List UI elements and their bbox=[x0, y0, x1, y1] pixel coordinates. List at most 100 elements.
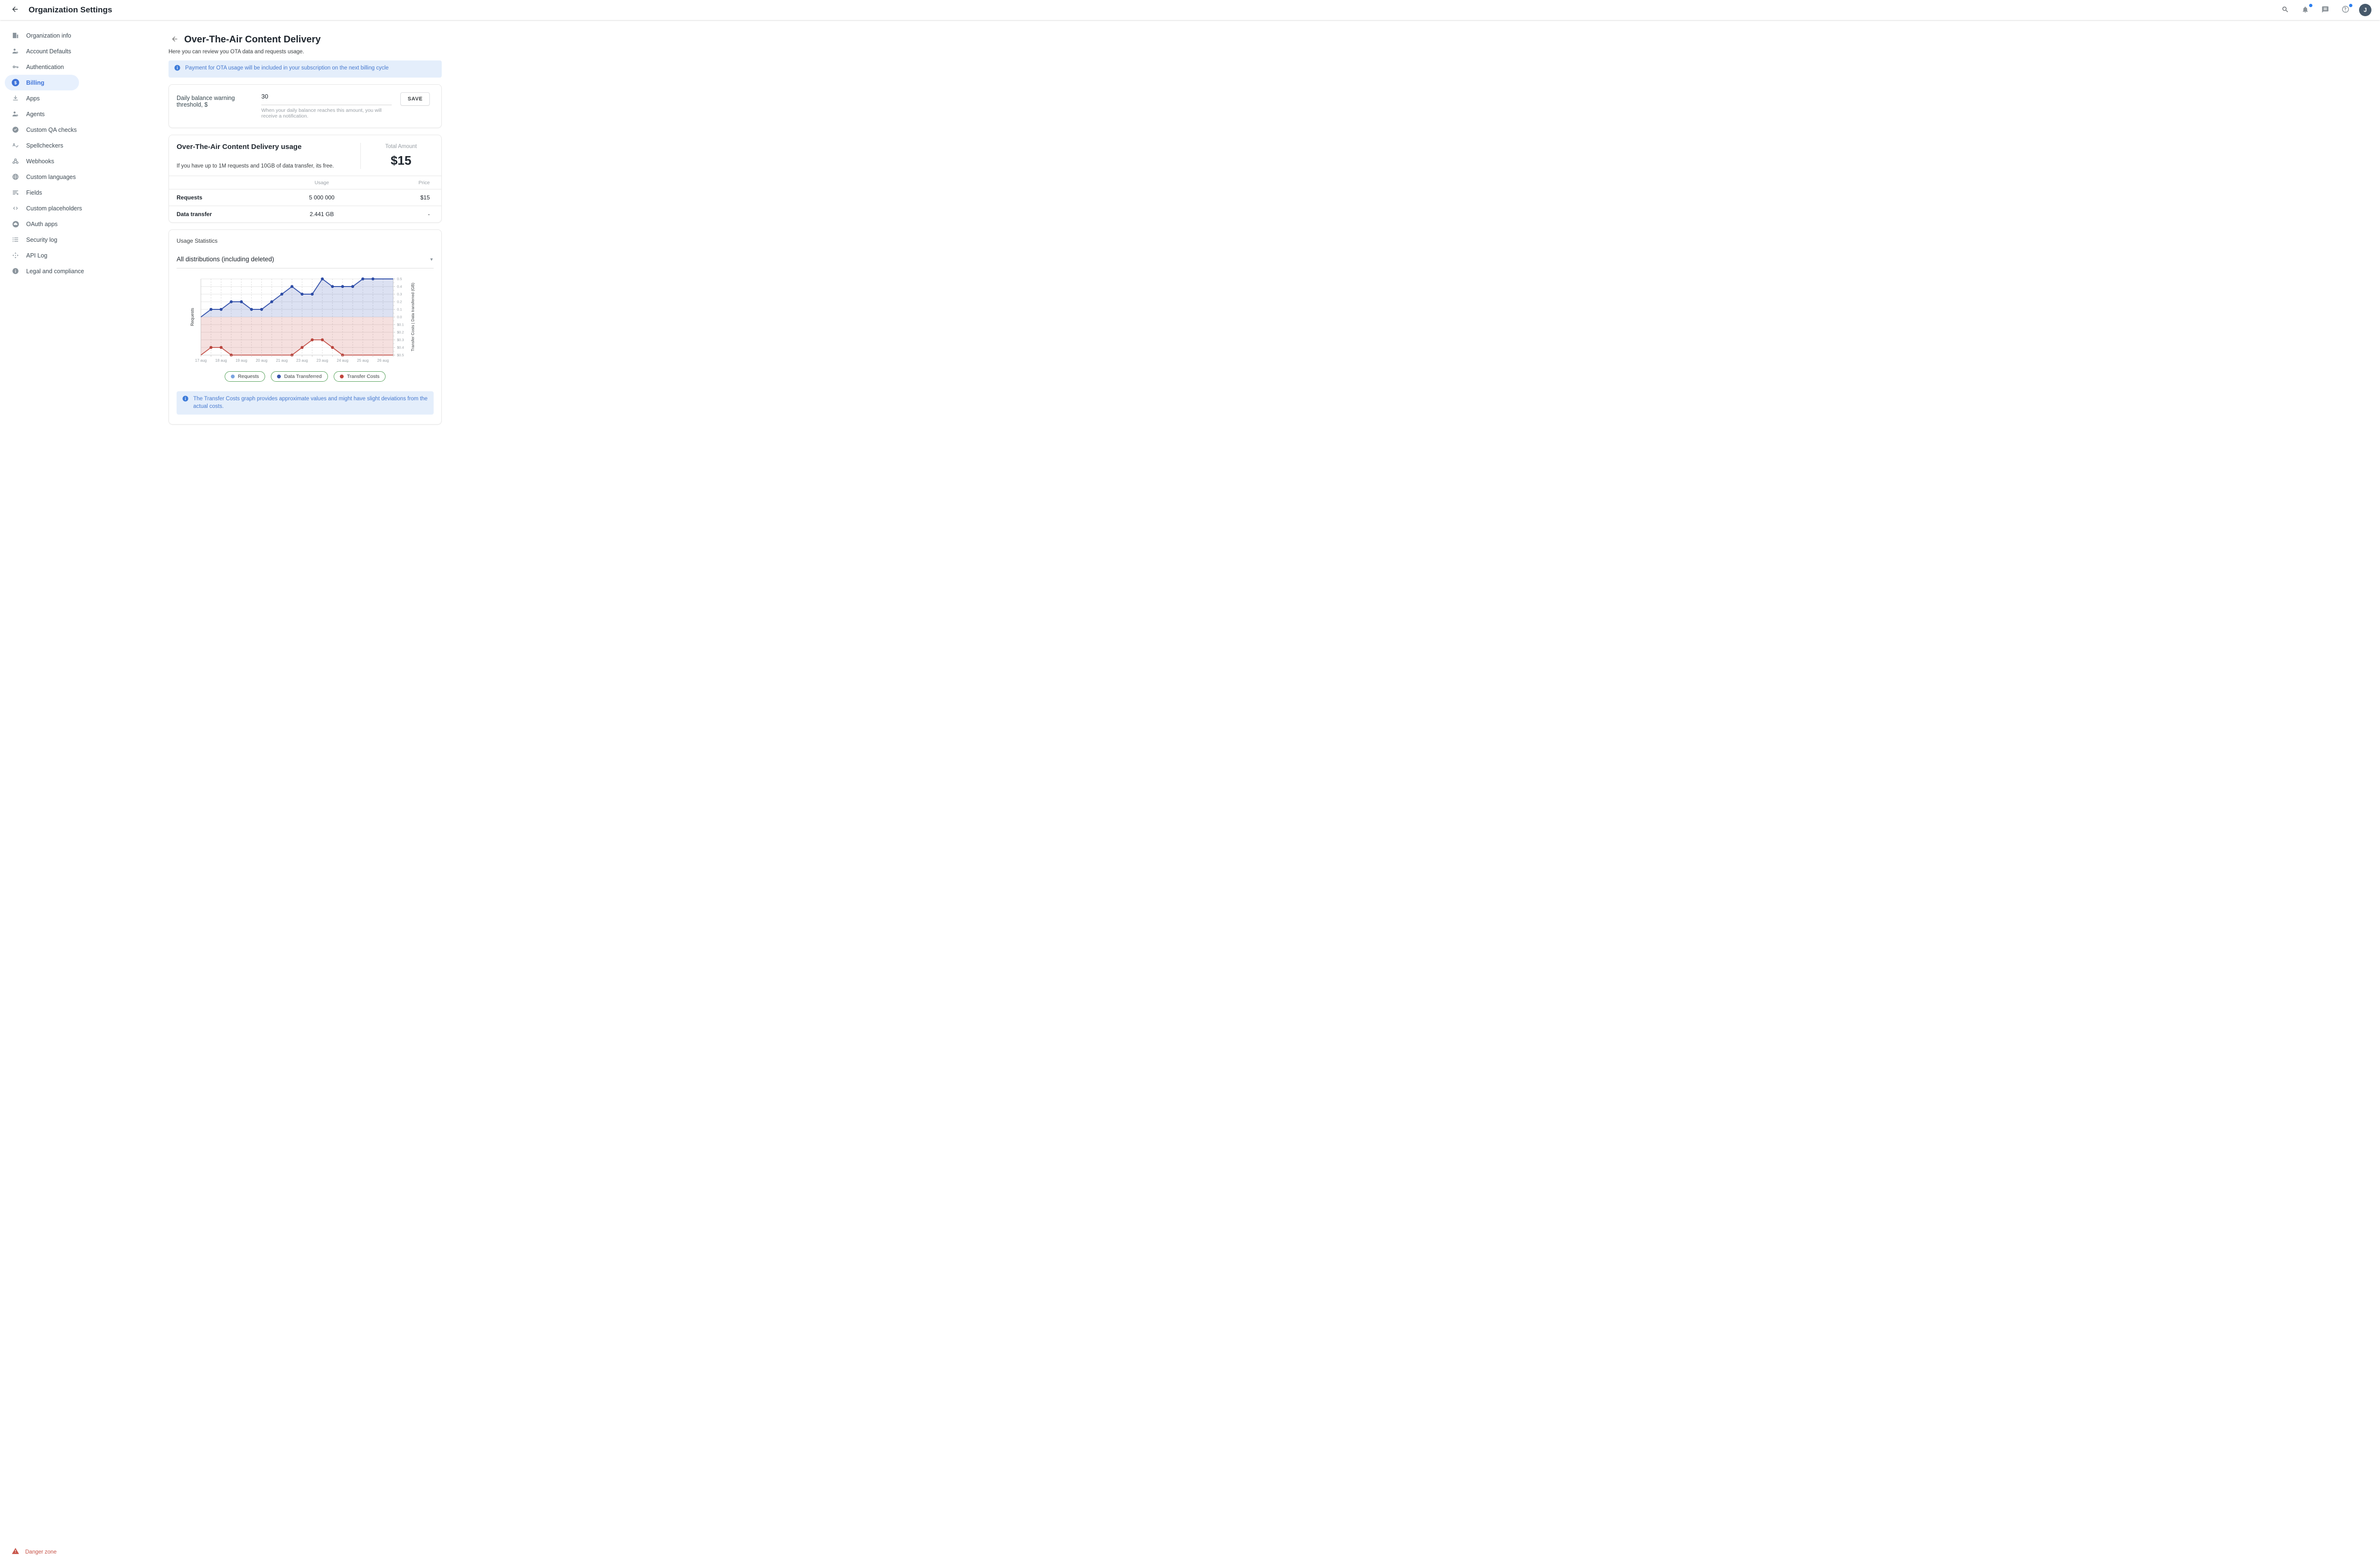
key-icon bbox=[11, 63, 20, 71]
usage-chart: 0.50.40.30.20.10.0$0.1$0.2$0.3$0.4$0.517… bbox=[189, 275, 421, 369]
svg-text:24 aug: 24 aug bbox=[337, 358, 348, 363]
legend-dot bbox=[277, 375, 281, 378]
cloud-circle-icon bbox=[11, 220, 20, 228]
sidebar-item-custom-placeholders[interactable]: Custom placeholders bbox=[5, 200, 79, 216]
legend-chip-transfer-costs[interactable]: Transfer Costs bbox=[334, 371, 386, 382]
save-button[interactable]: SAVE bbox=[400, 92, 430, 106]
usage-table-header: Usage Price bbox=[169, 176, 441, 189]
row-name: Requests bbox=[169, 194, 255, 201]
sidebar-item-apps[interactable]: Apps bbox=[5, 90, 79, 106]
svg-text:25 aug: 25 aug bbox=[357, 358, 368, 363]
sidebar-item-account-defaults[interactable]: Account Defaults bbox=[5, 43, 79, 59]
sidebar-item-fields[interactable]: Fields bbox=[5, 185, 79, 200]
topbar: Organization Settings J bbox=[0, 0, 2380, 20]
row-usage: 2.441 GB bbox=[255, 211, 389, 218]
row-price: - bbox=[389, 211, 441, 218]
page-back-button[interactable] bbox=[169, 33, 181, 46]
help-button[interactable] bbox=[2339, 4, 2351, 16]
spellcheck-icon: A bbox=[11, 141, 20, 149]
topbar-back-button[interactable] bbox=[9, 4, 21, 16]
threshold-input[interactable] bbox=[261, 93, 392, 105]
legend-dot bbox=[340, 375, 344, 378]
svg-text:20 aug: 20 aug bbox=[256, 358, 267, 363]
sidebar-item-label: Legal and compliance bbox=[26, 268, 84, 275]
messages-button[interactable] bbox=[2319, 4, 2331, 16]
legend-chip-requests[interactable]: Requests bbox=[225, 371, 265, 382]
app-title: Organization Settings bbox=[29, 5, 112, 15]
total-amount-label: Total Amount bbox=[361, 144, 441, 149]
sidebar-item-api-log[interactable]: API Log bbox=[5, 248, 79, 263]
row-usage: 5 000 000 bbox=[255, 194, 389, 201]
notifications-button[interactable] bbox=[2299, 4, 2311, 16]
price-column-header: Price bbox=[389, 180, 441, 186]
svg-text:21 aug: 21 aug bbox=[276, 358, 288, 363]
usage-table-row: Data transfer2.441 GB- bbox=[169, 206, 441, 222]
sidebar-item-spellcheckers[interactable]: A Spellcheckers bbox=[5, 138, 79, 153]
sidebar-item-label: Custom placeholders bbox=[26, 205, 82, 212]
svg-text:19 aug: 19 aug bbox=[236, 358, 247, 363]
legend-label: Transfer Costs bbox=[347, 374, 379, 379]
page-title: Over-The-Air Content Delivery bbox=[184, 34, 321, 45]
back-arrow-icon bbox=[11, 5, 19, 15]
sidebar-item-webhooks[interactable]: Webhooks bbox=[5, 153, 79, 169]
list-icon bbox=[11, 236, 20, 244]
sidebar-item-label: Custom languages bbox=[26, 174, 76, 180]
threshold-label: Daily balance warning threshold, $ bbox=[177, 92, 261, 108]
svg-text:0.5: 0.5 bbox=[397, 277, 402, 281]
total-amount-value: $15 bbox=[361, 153, 441, 168]
danger-zone-link[interactable]: Danger zone bbox=[11, 1547, 57, 1557]
download-icon bbox=[11, 94, 20, 102]
sidebar-item-agents[interactable]: Agents bbox=[5, 106, 79, 122]
sidebar-item-custom-qa-checks[interactable]: Custom QA checks bbox=[5, 122, 79, 138]
webhook-icon bbox=[11, 157, 20, 165]
avatar[interactable]: J bbox=[2359, 4, 2371, 16]
search-icon bbox=[2281, 6, 2289, 15]
sidebar-item-label: Custom QA checks bbox=[26, 127, 77, 133]
usage-column-header: Usage bbox=[255, 180, 389, 186]
danger-zone-label: Danger zone bbox=[25, 1549, 57, 1555]
check-circle-icon bbox=[11, 126, 20, 134]
code-icon bbox=[11, 204, 20, 212]
svg-text:0.2: 0.2 bbox=[397, 300, 402, 304]
notifications-badge bbox=[2309, 4, 2312, 7]
sidebar-item-label: Organization info bbox=[26, 32, 71, 39]
legend-chip-data-transferred[interactable]: Data Transferred bbox=[271, 371, 328, 382]
search-button[interactable] bbox=[2279, 4, 2291, 16]
sidebar-item-custom-languages[interactable]: Custom languages bbox=[5, 169, 79, 185]
list-plus-icon bbox=[11, 188, 20, 197]
bell-icon bbox=[2301, 6, 2309, 15]
svg-text:0.0: 0.0 bbox=[397, 315, 402, 319]
sidebar-item-organization-info[interactable]: Organization info bbox=[5, 28, 79, 43]
sidebar-item-label: Security log bbox=[26, 237, 57, 243]
svg-text:23 aug: 23 aug bbox=[317, 358, 328, 363]
sidebar-item-security-log[interactable]: Security log bbox=[5, 232, 79, 248]
sidebar-item-oauth-apps[interactable]: OAuth apps bbox=[5, 216, 79, 232]
distribution-filter-value: All distributions (including deleted) bbox=[177, 256, 274, 263]
sidebar-item-label: Webhooks bbox=[26, 158, 54, 165]
sidebar-item-legal-and-compliance[interactable]: Legal and compliance bbox=[5, 263, 79, 279]
legend-dot bbox=[231, 375, 235, 378]
svg-text:$0.4: $0.4 bbox=[397, 346, 404, 350]
threshold-card: Daily balance warning threshold, $ When … bbox=[169, 84, 442, 128]
svg-text:$0.5: $0.5 bbox=[397, 353, 404, 357]
warning-triangle-icon bbox=[11, 1547, 20, 1557]
sidebar-item-authentication[interactable]: Authentication bbox=[5, 59, 79, 75]
sidebar-item-label: Agents bbox=[26, 111, 45, 118]
svg-text:Transfer Costs | Data transfer: Transfer Costs | Data transferred (GB) bbox=[410, 283, 415, 351]
info-icon bbox=[182, 396, 188, 404]
chart-note-banner: The Transfer Costs graph provides approx… bbox=[177, 391, 434, 415]
usage-card-title: Over-The-Air Content Delivery usage bbox=[177, 143, 353, 151]
dollar-circle-icon: $ bbox=[11, 79, 20, 87]
info-icon bbox=[174, 65, 180, 73]
sidebar-item-billing[interactable]: $Billing bbox=[5, 75, 79, 90]
row-name: Data transfer bbox=[169, 211, 255, 218]
statistics-card: Usage Statistics All distributions (incl… bbox=[169, 229, 442, 425]
help-badge bbox=[2349, 4, 2352, 7]
api-icon bbox=[11, 251, 20, 259]
help-icon bbox=[2341, 5, 2350, 15]
sidebar-item-label: Spellcheckers bbox=[26, 142, 63, 149]
svg-text:0.4: 0.4 bbox=[397, 285, 402, 289]
chart-note-text: The Transfer Costs graph provides approx… bbox=[193, 396, 428, 410]
distribution-filter-select[interactable]: All distributions (including deleted) ▼ bbox=[177, 256, 434, 268]
row-price: $15 bbox=[389, 194, 441, 201]
